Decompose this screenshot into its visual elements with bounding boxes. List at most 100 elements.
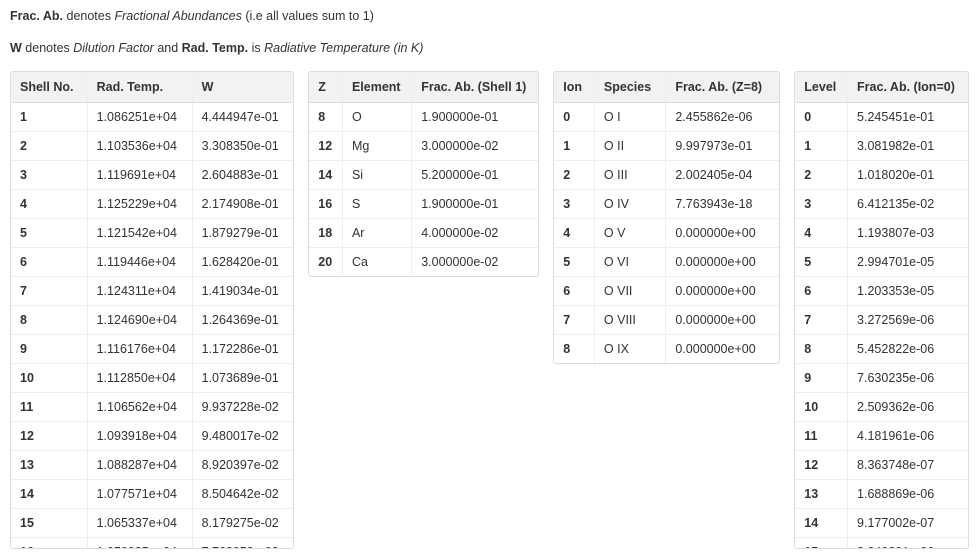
table-row[interactable]: 1O II9.997973e-01 <box>554 132 779 161</box>
table-row[interactable]: 149.177002e-07 <box>795 509 968 538</box>
table-row[interactable]: 8O1.900000e-01 <box>309 103 538 132</box>
cell: 16 <box>11 538 87 550</box>
table-row[interactable]: 5O VI0.000000e+00 <box>554 248 779 277</box>
cell: 2.174908e-01 <box>192 190 293 219</box>
shells-table: Shell No.Rad. Temp.W 11.086251e+044.4449… <box>11 72 293 549</box>
table-row[interactable]: 61.203353e-05 <box>795 277 968 306</box>
cell: 14 <box>309 161 342 190</box>
cell: 0 <box>795 103 847 132</box>
table-row[interactable]: 131.088287e+048.920397e-02 <box>11 451 293 480</box>
cell: 9.480017e-02 <box>192 422 293 451</box>
table-row[interactable]: 85.452822e-06 <box>795 335 968 364</box>
table-row[interactable]: 81.124690e+041.264369e-01 <box>11 306 293 335</box>
elements-table-wrap[interactable]: ZElementFrac. Ab. (Shell 1) 8O1.900000e-… <box>308 71 539 277</box>
cell: 5.245451e-01 <box>848 103 968 132</box>
table-row[interactable]: 152.349891e-06 <box>795 538 968 550</box>
legend-frac-ab-italic: Fractional Abundances <box>114 9 241 23</box>
cell: O II <box>594 132 665 161</box>
table-row[interactable]: 114.181961e-06 <box>795 422 968 451</box>
table-row[interactable]: 141.077571e+048.504642e-02 <box>11 480 293 509</box>
table-row[interactable]: 16S1.900000e-01 <box>309 190 538 219</box>
cell: 16 <box>309 190 342 219</box>
cell: 1.124311e+04 <box>87 277 192 306</box>
cell: 13 <box>795 480 847 509</box>
cell: 4 <box>11 190 87 219</box>
table-row[interactable]: 161.059985e+047.768958e-02 <box>11 538 293 550</box>
table-row[interactable]: 2O III2.002405e-04 <box>554 161 779 190</box>
cell: 6 <box>795 277 847 306</box>
cell: 8 <box>795 335 847 364</box>
table-row[interactable]: 36.412135e-02 <box>795 190 968 219</box>
table-row[interactable]: 97.630235e-06 <box>795 364 968 393</box>
table-row[interactable]: 3O IV7.763943e-18 <box>554 190 779 219</box>
table-row[interactable]: 73.272569e-06 <box>795 306 968 335</box>
legend-rad-temp-bold: Rad. Temp. <box>182 41 248 55</box>
cell: O <box>342 103 411 132</box>
cell: 8 <box>11 306 87 335</box>
cell: 18 <box>309 219 342 248</box>
table-row[interactable]: 121.093918e+049.480017e-02 <box>11 422 293 451</box>
table-row[interactable]: 91.116176e+041.172286e-01 <box>11 335 293 364</box>
shells-table-wrap[interactable]: Shell No.Rad. Temp.W 11.086251e+044.4449… <box>10 71 294 549</box>
table-row[interactable]: 111.106562e+049.937228e-02 <box>11 393 293 422</box>
table-row[interactable]: 151.065337e+048.179275e-02 <box>11 509 293 538</box>
cell: 4 <box>554 219 594 248</box>
table-row[interactable]: 6O VII0.000000e+00 <box>554 277 779 306</box>
table-row[interactable]: 102.509362e-06 <box>795 393 968 422</box>
ions-table-wrap[interactable]: IonSpeciesFrac. Ab. (Z=8) 0O I2.455862e-… <box>553 71 780 364</box>
legend-line-1: Frac. Ab. denotes Fractional Abundances … <box>10 8 969 26</box>
cell: Ar <box>342 219 411 248</box>
cell: 3 <box>795 190 847 219</box>
cell: O VII <box>594 277 665 306</box>
levels-table-wrap[interactable]: LevelFrac. Ab. (Ion=0) 05.245451e-0113.0… <box>794 71 969 549</box>
cell: 1.119691e+04 <box>87 161 192 190</box>
cell: 8.920397e-02 <box>192 451 293 480</box>
table-row[interactable]: 71.124311e+041.419034e-01 <box>11 277 293 306</box>
cell: 2.002405e-04 <box>666 161 779 190</box>
cell: 8 <box>554 335 594 364</box>
cell: 1.116176e+04 <box>87 335 192 364</box>
cell: 2.604883e-01 <box>192 161 293 190</box>
legend-frac-ab-bold: Frac. Ab. <box>10 9 63 23</box>
cell: 1.172286e-01 <box>192 335 293 364</box>
cell: 12 <box>309 132 342 161</box>
column-header: Element <box>342 72 411 103</box>
table-row[interactable]: 8O IX0.000000e+00 <box>554 335 779 364</box>
table-row[interactable]: 4O V0.000000e+00 <box>554 219 779 248</box>
table-row[interactable]: 128.363748e-07 <box>795 451 968 480</box>
cell: 5.452822e-06 <box>848 335 968 364</box>
table-row[interactable]: 21.103536e+043.308350e-01 <box>11 132 293 161</box>
table-row[interactable]: 14Si5.200000e-01 <box>309 161 538 190</box>
legend-text: (i.e all values sum to 1) <box>242 9 374 23</box>
cell: 1.073689e-01 <box>192 364 293 393</box>
table-row[interactable]: 7O VIII0.000000e+00 <box>554 306 779 335</box>
table-row[interactable]: 52.994701e-05 <box>795 248 968 277</box>
cell: 0.000000e+00 <box>666 306 779 335</box>
table-row[interactable]: 41.193807e-03 <box>795 219 968 248</box>
cell: 1.193807e-03 <box>848 219 968 248</box>
cell: 3.272569e-06 <box>848 306 968 335</box>
cell: 1.088287e+04 <box>87 451 192 480</box>
table-row[interactable]: 131.688869e-06 <box>795 480 968 509</box>
table-row[interactable]: 41.125229e+042.174908e-01 <box>11 190 293 219</box>
table-row[interactable]: 101.112850e+041.073689e-01 <box>11 364 293 393</box>
legend-text: and <box>154 41 182 55</box>
table-row[interactable]: 13.081982e-01 <box>795 132 968 161</box>
cell: 0 <box>554 103 594 132</box>
table-row[interactable]: 51.121542e+041.879279e-01 <box>11 219 293 248</box>
table-row[interactable]: 20Ca3.000000e-02 <box>309 248 538 277</box>
table-row[interactable]: 12Mg3.000000e-02 <box>309 132 538 161</box>
cell: Si <box>342 161 411 190</box>
cell: 20 <box>309 248 342 277</box>
cell: 7 <box>795 306 847 335</box>
table-row[interactable]: 05.245451e-01 <box>795 103 968 132</box>
table-row[interactable]: 18Ar4.000000e-02 <box>309 219 538 248</box>
table-row[interactable]: 0O I2.455862e-06 <box>554 103 779 132</box>
table-row[interactable]: 61.119446e+041.628420e-01 <box>11 248 293 277</box>
table-row[interactable]: 11.086251e+044.444947e-01 <box>11 103 293 132</box>
table-row[interactable]: 31.119691e+042.604883e-01 <box>11 161 293 190</box>
column-header: Z <box>309 72 342 103</box>
table-row[interactable]: 21.018020e-01 <box>795 161 968 190</box>
cell: 1.203353e-05 <box>848 277 968 306</box>
cell: 9.937228e-02 <box>192 393 293 422</box>
